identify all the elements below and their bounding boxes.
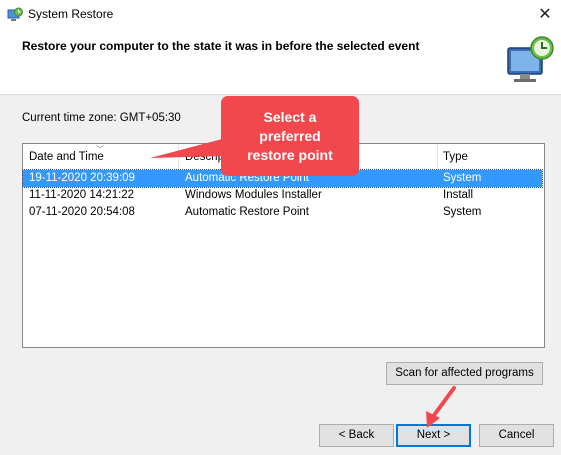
row-date: 19-11-2020 20:39:09 (29, 172, 135, 184)
table-row[interactable]: 07-11-2020 20:54:08 Automatic Restore Po… (23, 204, 542, 221)
callout-line-2: preferred (259, 128, 321, 144)
row-date: 07-11-2020 20:54:08 (29, 206, 135, 218)
window-title: System Restore (28, 7, 114, 21)
monitor-clock-icon (507, 36, 554, 82)
column-divider[interactable] (437, 144, 438, 170)
close-icon: ✕ (538, 6, 552, 23)
column-type[interactable]: Type (443, 151, 468, 163)
back-button[interactable]: < Back (319, 424, 394, 447)
row-date: 11-11-2020 14:21:22 (29, 189, 135, 201)
callout-line-1: Select a (263, 109, 317, 125)
row-type: Install (443, 189, 474, 201)
row-description: Automatic Restore Point (185, 206, 310, 218)
row-description: Windows Modules Installer (185, 189, 322, 201)
column-divider[interactable] (178, 144, 179, 170)
timezone-label: Current time zone: GMT+05:30 (22, 112, 181, 124)
cancel-button[interactable]: Cancel (479, 424, 554, 447)
row-type: System (443, 172, 482, 184)
close-button[interactable]: ✕ (530, 2, 560, 28)
callout-line-3: restore point (247, 147, 333, 163)
next-button[interactable]: Next > (396, 424, 471, 447)
table-row[interactable]: 11-11-2020 14:21:22 Windows Modules Inst… (23, 187, 542, 204)
page-heading: Restore your computer to the state it wa… (22, 39, 420, 53)
row-type: System (443, 206, 482, 218)
scan-affected-programs-button[interactable]: Scan for affected programs (386, 362, 543, 385)
system-restore-icon (7, 7, 23, 21)
wizard-header: Restore your computer to the state it wa… (0, 30, 561, 94)
title-bar: System Restore ✕ (0, 0, 561, 30)
annotation-callout: Select a preferred restore point (221, 96, 359, 176)
column-date-time[interactable]: Date and Time (29, 151, 104, 163)
